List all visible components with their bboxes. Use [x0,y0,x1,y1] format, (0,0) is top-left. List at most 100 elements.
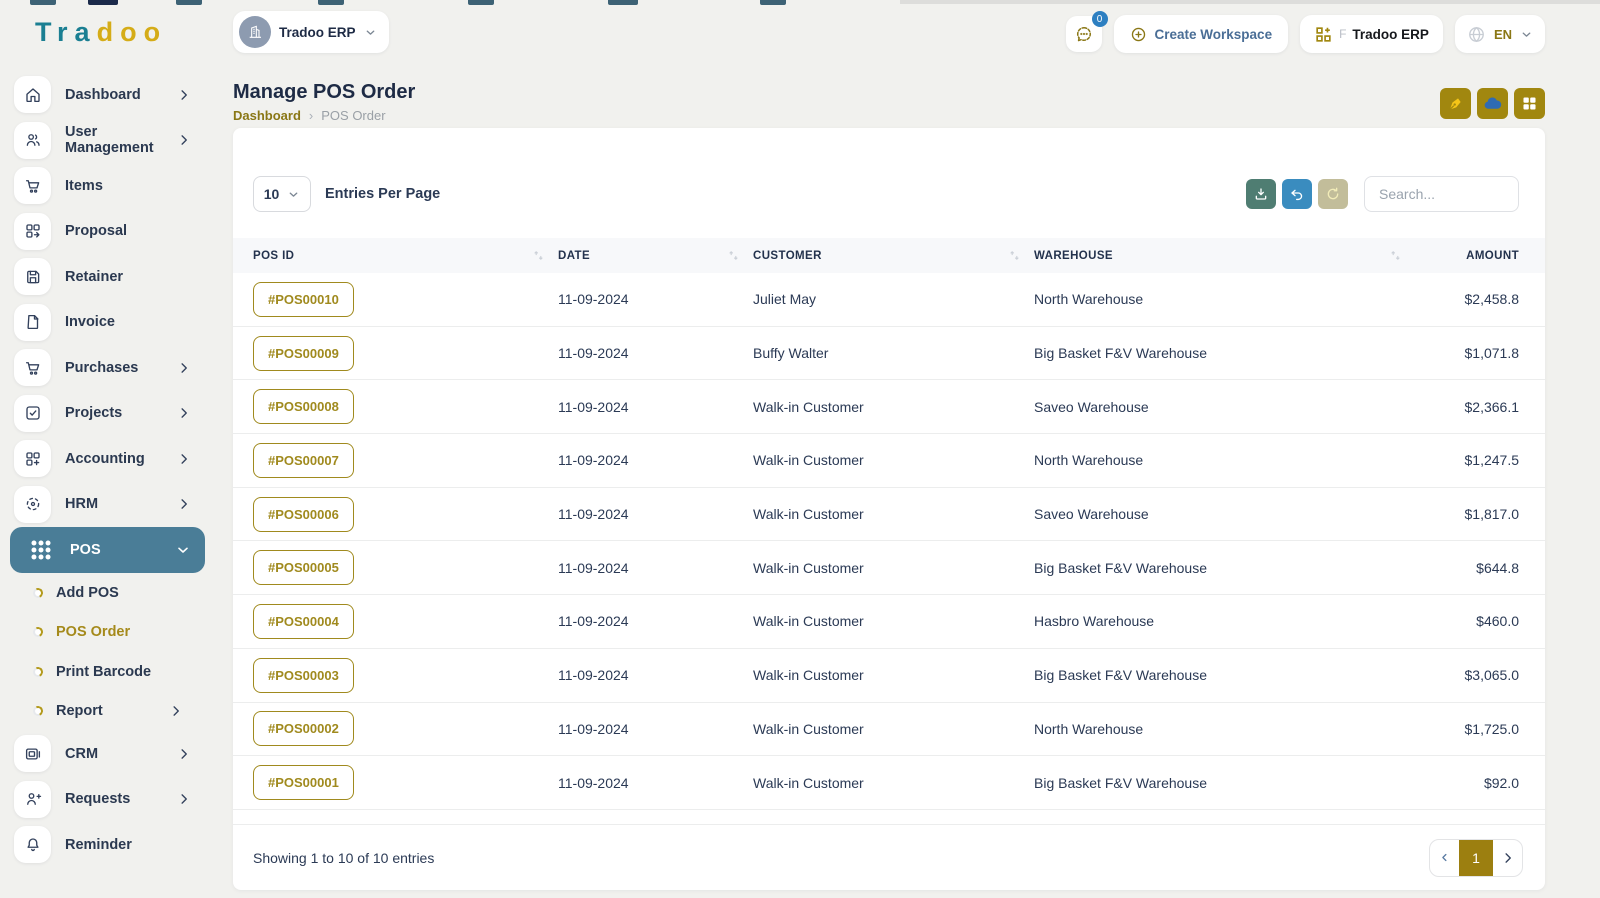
chevron-down-icon [1520,28,1533,41]
language-code: EN [1493,26,1512,42]
breadcrumb-separator: › [308,108,314,123]
date-cell: 11-09-2024 [558,398,629,415]
entries-per-page-label: Entries Per Page [325,186,441,202]
pos-id-badge[interactable]: #POS00006 [253,496,354,532]
column-header-date[interactable]: DATE [558,250,753,262]
amount-cell: $1,247.5 [1464,452,1520,469]
create-workspace-button[interactable]: Create Workspace [1113,15,1289,53]
warehouse-cell: North Warehouse [1034,452,1144,469]
warehouse-cell: North Warehouse [1034,291,1144,308]
sidebar-item-reminder[interactable]: Reminder [0,822,215,868]
column-header-amount[interactable]: AMOUNT [1415,250,1519,262]
pos-id-badge[interactable]: #POS00002 [253,711,354,747]
customer-cell: Walk-in Customer [753,720,864,737]
sidebar-item-projects[interactable]: Projects [0,391,215,437]
customer-cell: Walk-in Customer [753,398,864,415]
sidebar-item-items[interactable]: Items [0,163,215,209]
create-workspace-label: Create Workspace [1154,26,1273,42]
chevron-right-icon [175,790,193,808]
sidebar-item-hrm[interactable]: HRM [0,482,215,528]
pos-id-badge[interactable]: #POS00003 [253,657,354,693]
export-download-button[interactable] [1246,179,1276,209]
sort-icon[interactable] [533,250,544,261]
amount-cell: $1,071.8 [1464,345,1520,362]
workspace-selector[interactable]: Tradoo ERP [233,11,389,53]
pos-id-badge[interactable]: #POS00007 [253,442,354,478]
entries-per-page-value: 10 [263,186,280,202]
invoice-icon [24,313,42,331]
table-row: #POS00003 11-09-2024 Walk-in Customer Bi… [233,649,1545,703]
cloud-button[interactable] [1477,88,1508,119]
plus-circle-icon [1130,26,1147,43]
table-row: #POS00004 11-09-2024 Walk-in Customer Ha… [233,595,1545,649]
sort-icon[interactable] [1390,250,1401,261]
chevron-down-icon [287,188,300,201]
column-header-warehouse[interactable]: WAREHOUSE [1034,250,1415,262]
sidebar-item-requests[interactable]: Requests [0,777,215,823]
tradoo-erp-app-button[interactable]: F Tradoo ERP [1300,15,1443,53]
pos-id-badge[interactable]: #POS00008 [253,389,354,425]
pos-id-badge[interactable]: #POS00005 [253,550,354,586]
chat-badge: 0 [1091,11,1108,27]
sidebar-item-retainer[interactable]: Retainer [0,254,215,300]
sidebar-item-print-barcode[interactable]: Print Barcode [0,652,215,692]
pagination-next-button[interactable] [1493,840,1522,876]
pos-id-badge[interactable]: #POS00009 [253,335,354,371]
sidebar-item-proposal[interactable]: Proposal [0,209,215,255]
apps-grid-button[interactable] [1514,88,1545,119]
showing-entries-text: Showing 1 to 10 of 10 entries [253,849,435,866]
pen-tool-button[interactable] [1440,88,1471,119]
tradoo-logo[interactable]: Tradoo [35,17,167,48]
app-label: Tradoo ERP [1352,26,1429,42]
undo-button[interactable] [1282,179,1312,209]
entries-per-page-select[interactable]: 10 [253,176,311,212]
corner-actions [1440,88,1545,119]
customer-cell: Buffy Walter [753,345,829,362]
chevron-right-icon [167,702,185,720]
sidebar-item-dashboard[interactable]: Dashboard [0,72,215,118]
column-header-pos-id[interactable]: POS ID [253,250,558,262]
sort-icon[interactable] [728,250,739,261]
date-cell: 11-09-2024 [558,291,629,308]
pos-id-badge[interactable]: #POS00010 [253,281,354,317]
amount-cell: $2,458.8 [1464,291,1520,308]
pagination-prev-button[interactable] [1430,840,1459,876]
sidebar-item-report[interactable]: Report [0,692,215,732]
column-header-customer[interactable]: CUSTOMER [753,250,1034,262]
chevron-right-icon [175,359,193,377]
sidebar-item-pos-order[interactable]: POS Order [0,613,215,653]
pos-id-badge[interactable]: #POS00001 [253,765,354,801]
chevron-right-icon [175,86,193,104]
customer-cell: Walk-in Customer [753,452,864,469]
warehouse-cell: Hasbro Warehouse [1034,613,1155,630]
sidebar-item-add-pos[interactable]: Add POS [0,573,215,613]
breadcrumb-dashboard-link[interactable]: Dashboard [233,108,301,123]
sidebar-item-user-management[interactable]: User Management [0,118,215,164]
amount-cell: $2,366.1 [1464,398,1520,415]
crm-icon [24,745,42,763]
refresh-button[interactable] [1318,179,1348,209]
date-cell: 11-09-2024 [558,667,629,684]
sidebar-item-crm[interactable]: CRM [0,731,215,777]
table-header-row: POS ID DATE CUSTOMER WAREHOUSE AMOUNT [233,238,1545,273]
chevron-right-icon [175,450,193,468]
chevron-right-icon [175,404,193,422]
customer-cell: Walk-in Customer [753,774,864,791]
search-input[interactable] [1364,176,1519,212]
accounting-icon [24,450,42,468]
sidebar-item-pos[interactable]: POS [10,527,205,573]
pagination-page-1[interactable]: 1 [1459,839,1493,876]
sort-icon[interactable] [1009,250,1020,261]
customer-cell: Walk-in Customer [753,559,864,576]
pos-id-badge[interactable]: #POS00004 [253,603,354,639]
table-footer: Showing 1 to 10 of 10 entries 1 [233,824,1545,890]
date-cell: 11-09-2024 [558,559,629,576]
language-selector[interactable]: EN [1454,15,1545,53]
sidebar-item-invoice[interactable]: Invoice [0,300,215,346]
chevron-left-icon [1438,851,1451,864]
sidebar-item-accounting[interactable]: Accounting [0,436,215,482]
page-title: Manage POS Order [233,81,416,103]
sidebar-item-purchases[interactable]: Purchases [0,345,215,391]
chat-button[interactable]: 0 [1065,11,1108,52]
hrm-icon [24,495,42,513]
